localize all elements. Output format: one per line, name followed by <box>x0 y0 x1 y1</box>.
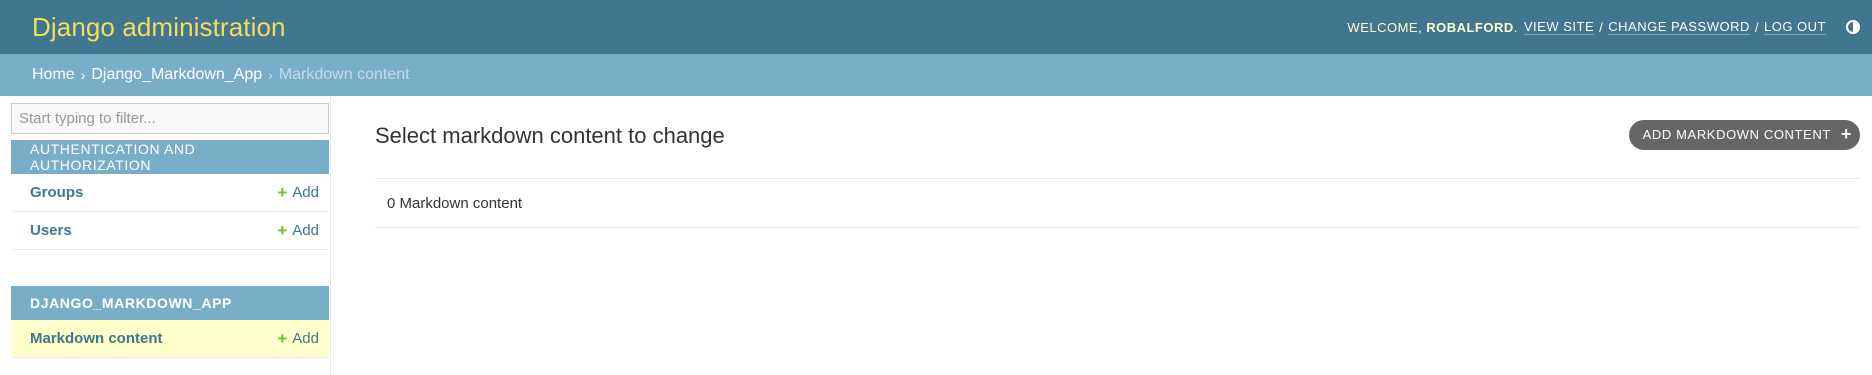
breadcrumb-current: Markdown content <box>278 66 410 83</box>
model-link-markdown-content[interactable]: Markdown content <box>30 330 163 347</box>
nav-filter-input[interactable] <box>11 103 329 134</box>
add-markdown-content-button[interactable]: Add markdown content + <box>1628 119 1860 150</box>
plus-icon: + <box>1840 124 1852 144</box>
add-groups-link[interactable]: + Add <box>277 183 319 203</box>
content-header: Select markdown content to change Add ma… <box>375 96 1860 169</box>
view-site-link[interactable]: View site <box>1523 19 1595 35</box>
module-auth: Authentication and Authorization Groups … <box>11 140 329 250</box>
breadcrumb-app[interactable]: Django_Markdown_App <box>91 66 262 84</box>
add-markdown-content-link[interactable]: + Add <box>277 329 319 349</box>
module-django-markdown-app: Django_Markdown_App Markdown content + Ad… <box>11 286 329 358</box>
welcome-text: Welcome, <box>1347 19 1423 35</box>
content: Select markdown content to change Add ma… <box>331 96 1872 375</box>
theme-toggle-icon[interactable] <box>1846 20 1860 34</box>
add-button-label: Add markdown content <box>1642 127 1831 142</box>
header: Django administration Welcome, robalford… <box>0 0 1872 54</box>
change-password-link[interactable]: Change password <box>1608 19 1750 35</box>
add-label: Add <box>292 330 319 347</box>
breadcrumb-home[interactable]: Home <box>32 66 75 84</box>
plus-icon: + <box>277 328 288 348</box>
sidebar-item-markdown-content: Markdown content + Add <box>11 320 329 358</box>
breadcrumb-separator: › <box>80 67 86 83</box>
object-tools: Add markdown content + <box>1628 116 1860 150</box>
username: robalford <box>1426 19 1514 35</box>
add-users-link[interactable]: + Add <box>277 221 319 241</box>
module-caption[interactable]: Authentication and Authorization <box>11 140 329 174</box>
site-branding-link[interactable]: Django administration <box>32 12 286 43</box>
module-caption[interactable]: Django_Markdown_App <box>11 286 329 320</box>
main-container: Authentication and Authorization Groups … <box>0 96 1872 375</box>
breadcrumb-separator: › <box>268 67 273 83</box>
result-count: 0 Markdown content <box>375 178 1860 228</box>
sidebar-item-users: Users + Add <box>11 212 329 250</box>
model-link-groups[interactable]: Groups <box>30 184 83 201</box>
nav-sidebar: Authentication and Authorization Groups … <box>0 96 331 375</box>
plus-icon: + <box>277 220 288 240</box>
add-label: Add <box>292 184 319 201</box>
breadcrumb: Home › Django_Markdown_App › Markdown co… <box>0 54 1872 96</box>
separator: / <box>1599 19 1604 35</box>
user-tools: Welcome, robalford. View site / Change p… <box>1347 19 1860 35</box>
add-label: Add <box>292 222 319 239</box>
page-title: Select markdown content to change <box>375 122 725 148</box>
plus-icon: + <box>277 182 288 202</box>
sidebar-item-groups: Groups + Add <box>11 174 329 212</box>
separator: / <box>1754 19 1759 35</box>
log-out-link[interactable]: Log out <box>1763 19 1826 35</box>
model-link-users[interactable]: Users <box>30 222 72 239</box>
